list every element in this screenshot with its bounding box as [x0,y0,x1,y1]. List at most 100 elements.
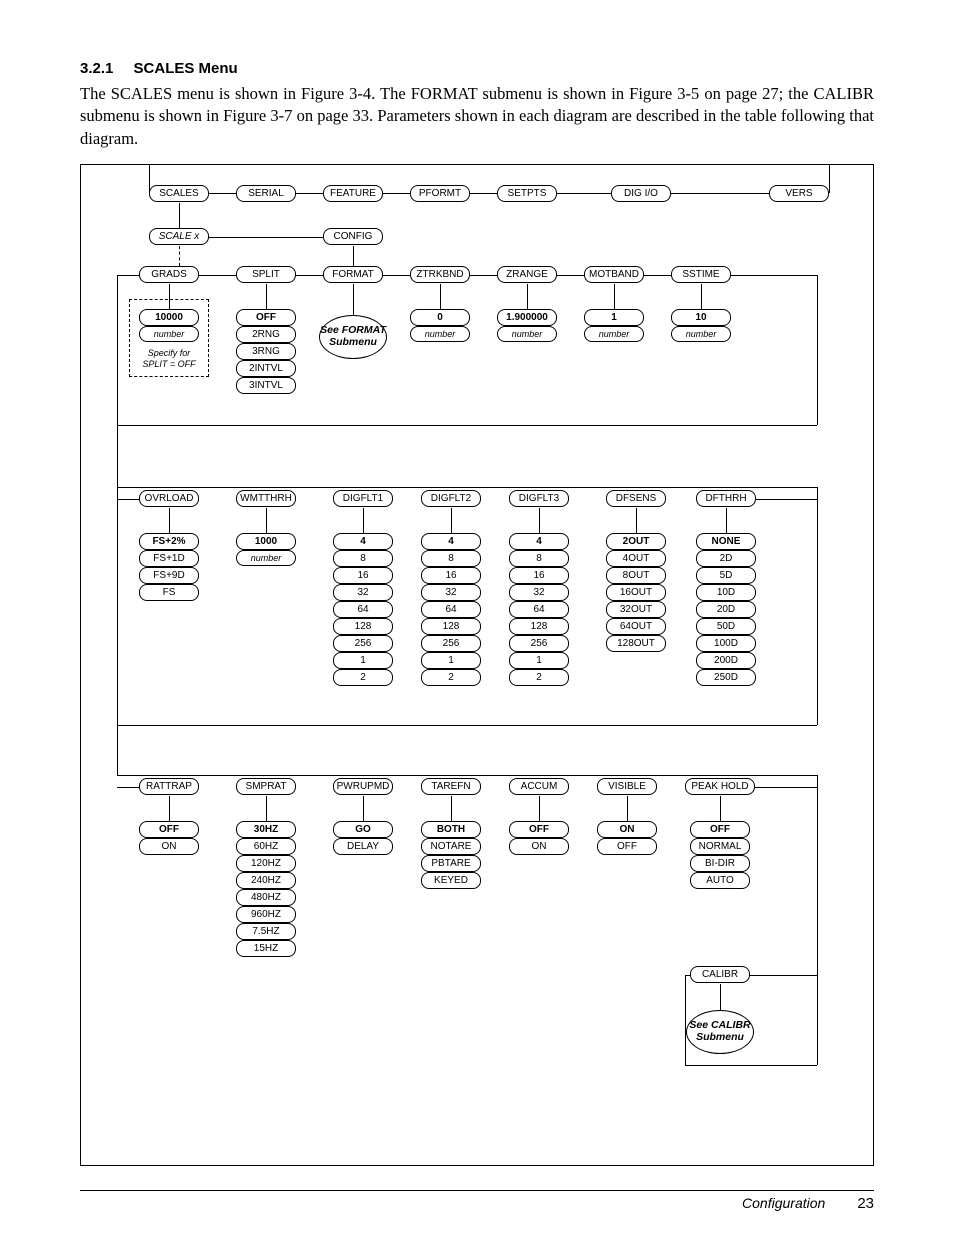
menu-digio: DIG I/O [611,185,671,202]
val-split-3: 3INTVL [236,377,296,394]
footer-section: Configuration [742,1195,825,1211]
val-split-2: 2INTVL [236,360,296,377]
val-pk-2: AUTO [690,872,750,889]
val-pk-1: BI-DIR [690,855,750,872]
val-smp-0: 60HZ [236,838,296,855]
val-df3-1: 16 [509,567,569,584]
val-dft-7: 250D [696,669,756,686]
val-mot-bold: 1 [584,309,644,326]
val-smp-1: 120HZ [236,855,296,872]
val-dfs-3: 32OUT [606,601,666,618]
oval-format: See FORMAT Submenu [319,315,387,359]
section-heading: 3.2.1 SCALES Menu [80,60,874,77]
val-split-bold: OFF [236,309,296,326]
val-mot-ital: number [584,326,644,342]
val-df2-1: 16 [421,567,481,584]
val-df3-3: 64 [509,601,569,618]
node-digflt2: DIGFLT2 [421,490,481,507]
val-dft-6: 200D [696,652,756,669]
val-rat-0: ON [139,838,199,855]
intro-paragraph: The SCALES menu is shown in Figure 3-4. … [80,83,874,150]
val-sst-ital: number [671,326,731,342]
val-df3-b: 4 [509,533,569,550]
val-tar-0: NOTARE [421,838,481,855]
node-wmtthrh: WMTTHRH [236,490,296,507]
val-dft-1: 5D [696,567,756,584]
val-vis-0: OFF [597,838,657,855]
val-ovr-2: FS [139,584,199,601]
val-split-1: 3RNG [236,343,296,360]
val-df1-6: 1 [333,652,393,669]
node-zrange: ZRANGE [497,266,557,283]
val-dfs-b: 2OUT [606,533,666,550]
node-accum: ACCUM [509,778,569,795]
node-peakhold: PEAK HOLD [685,778,755,795]
node-digflt1: DIGFLT1 [333,490,393,507]
val-ovr-bold: FS+2% [139,533,199,550]
node-ovrload: OVRLOAD [139,490,199,507]
val-zrng-bold: 1.900000 [497,309,557,326]
val-pk-b: OFF [690,821,750,838]
node-pwrupmd: PWRUPMD [333,778,393,795]
val-ovr-0: FS+1D [139,550,199,567]
val-df1-0: 8 [333,550,393,567]
menu-serial: SERIAL [236,185,296,202]
val-sst-bold: 10 [671,309,731,326]
val-df1-b: 4 [333,533,393,550]
val-dfs-5: 128OUT [606,635,666,652]
val-dft-b: NONE [696,533,756,550]
val-wmt-bold: 1000 [236,533,296,550]
val-df2-b: 4 [421,533,481,550]
val-grads-ital: number [139,326,199,342]
node-ztrkbnd: ZTRKBND [410,266,470,283]
val-rat-b: OFF [139,821,199,838]
val-dft-3: 20D [696,601,756,618]
val-dft-5: 100D [696,635,756,652]
val-df2-4: 128 [421,618,481,635]
node-motband: MOTBAND [584,266,644,283]
val-pwr-0: DELAY [333,838,393,855]
val-df2-7: 2 [421,669,481,686]
val-df2-6: 1 [421,652,481,669]
val-df1-3: 64 [333,601,393,618]
val-df1-2: 32 [333,584,393,601]
val-tar-1: PBTARE [421,855,481,872]
val-vis-b: ON [597,821,657,838]
node-calibr: CALIBR [690,966,750,983]
menu-pformt: PFORMT [410,185,470,202]
node-scale-x: SCALE x [149,228,209,245]
val-smp-5: 7.5HZ [236,923,296,940]
val-ztrk-ital: number [410,326,470,342]
val-smp-2: 240HZ [236,872,296,889]
val-smp-3: 480HZ [236,889,296,906]
val-df3-2: 32 [509,584,569,601]
val-dfs-4: 64OUT [606,618,666,635]
node-digflt3: DIGFLT3 [509,490,569,507]
node-visible: VISIBLE [597,778,657,795]
val-ztrk-bold: 0 [410,309,470,326]
val-df3-0: 8 [509,550,569,567]
val-df3-4: 128 [509,618,569,635]
val-grads-bold: 10000 [139,309,199,326]
val-df3-5: 256 [509,635,569,652]
val-df3-6: 1 [509,652,569,669]
node-grads: GRADS [139,266,199,283]
val-pwr-b: GO [333,821,393,838]
page-footer: Configuration 23 [80,1191,874,1212]
val-split-0: 2RNG [236,326,296,343]
heading-title: SCALES Menu [134,60,238,77]
val-dfs-1: 8OUT [606,567,666,584]
val-wmt-ital: number [236,550,296,566]
scales-menu-diagram: SCALES SERIAL FEATURE PFORMT SETPTS DIG … [80,164,874,1166]
val-df1-1: 16 [333,567,393,584]
val-smp-4: 960HZ [236,906,296,923]
val-df3-7: 2 [509,669,569,686]
val-df1-4: 128 [333,618,393,635]
val-ovr-1: FS+9D [139,567,199,584]
val-smp-b: 30HZ [236,821,296,838]
val-df1-5: 256 [333,635,393,652]
menu-scales: SCALES [149,185,209,202]
val-df2-5: 256 [421,635,481,652]
heading-number: 3.2.1 [80,60,113,77]
node-sstime: SSTIME [671,266,731,283]
